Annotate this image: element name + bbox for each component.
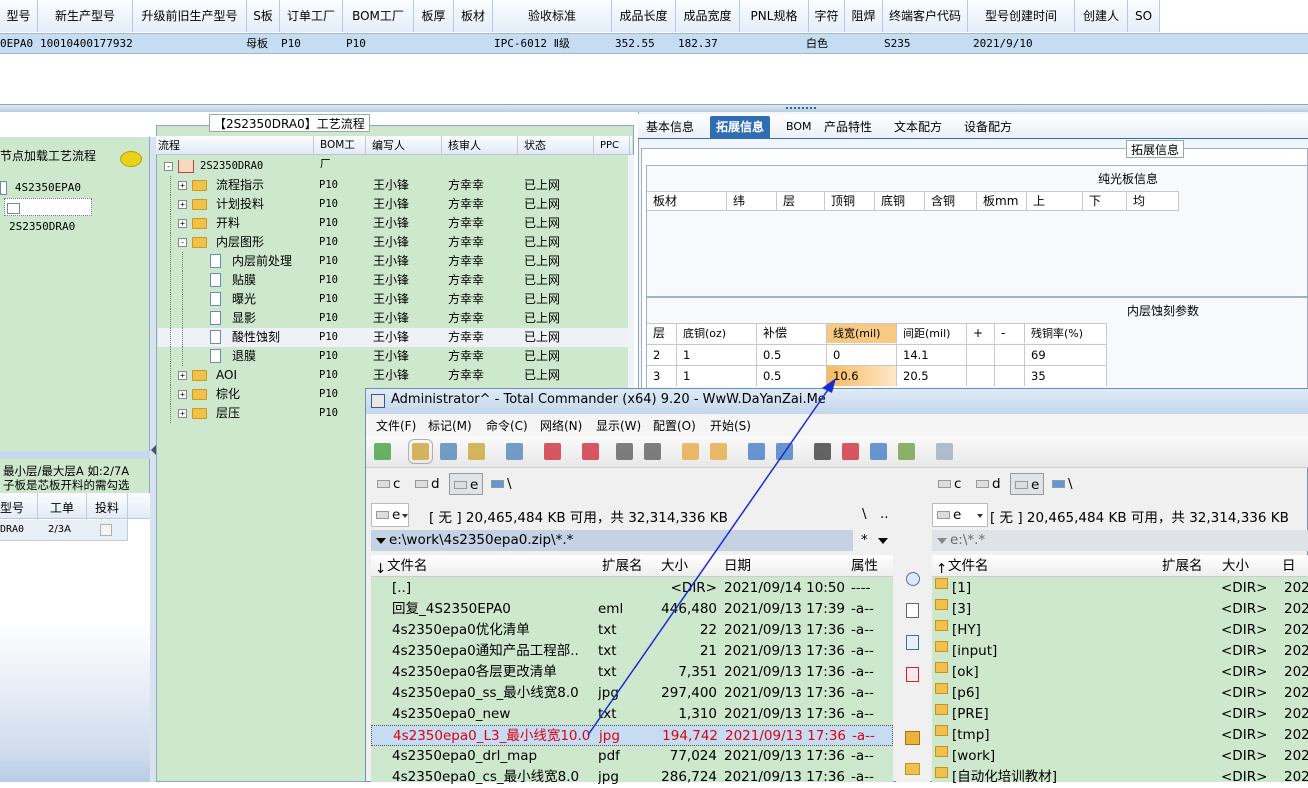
annotation-arrow <box>587 378 836 736</box>
